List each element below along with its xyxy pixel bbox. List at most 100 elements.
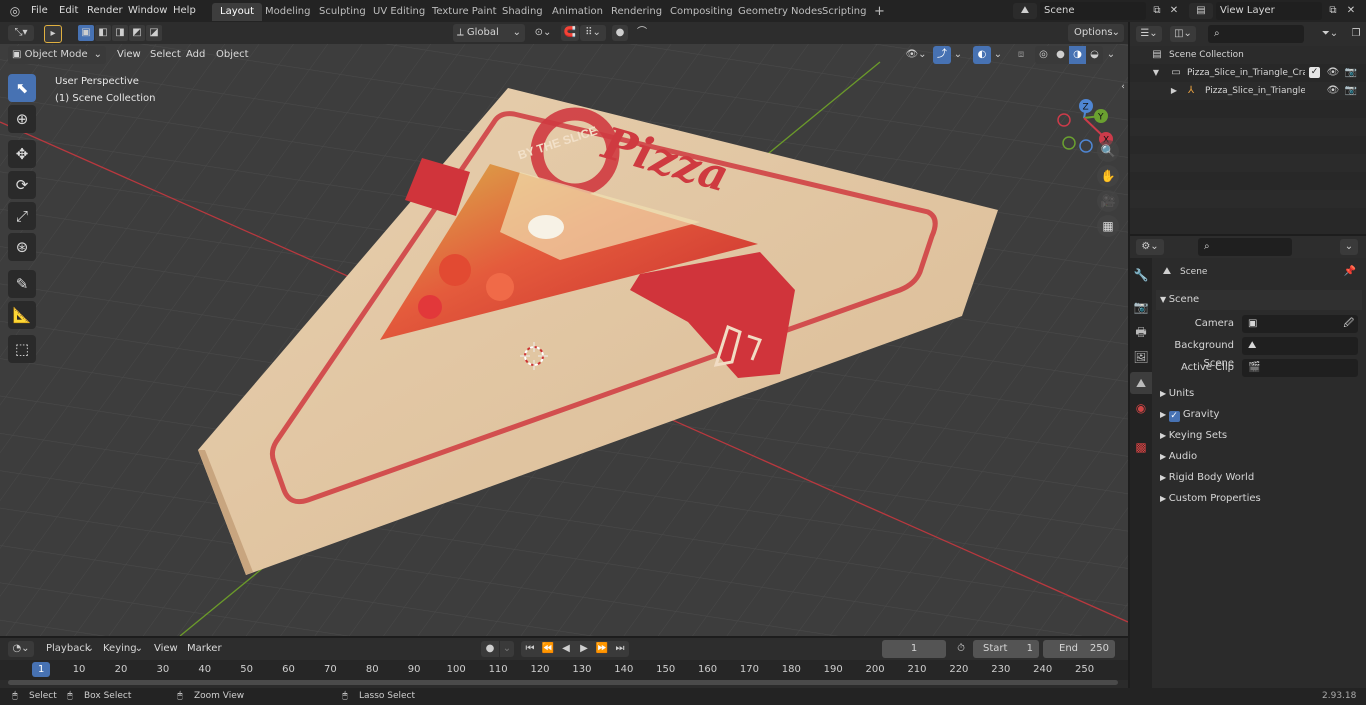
render-camera-icon[interactable]: 📷	[1344, 84, 1358, 98]
tab-render[interactable]: 📷	[1130, 296, 1152, 318]
scene-name-field[interactable]: Scene	[1040, 2, 1146, 20]
timeline-marker-menu[interactable]: Marker	[183, 641, 226, 657]
audio-panel-header[interactable]: ▶ Audio	[1156, 447, 1362, 467]
jump-prev-keyframe-icon[interactable]: ⏪	[539, 641, 557, 657]
menu-select[interactable]: Select	[146, 47, 185, 63]
expand-arrow-icon[interactable]: ▼	[1151, 66, 1161, 80]
shading-material-icon[interactable]: ◑	[1069, 46, 1086, 64]
tool-transform[interactable]: ⊛	[8, 233, 36, 261]
view-layer-name-field[interactable]: View Layer	[1216, 2, 1322, 20]
menu-edit[interactable]: Edit	[55, 3, 82, 19]
gizmo-toggle-icon[interactable]: ⤴	[933, 46, 951, 64]
options-dropdown[interactable]: Options ⌄	[1068, 24, 1124, 42]
overlay-toggle-icon[interactable]: ◐	[973, 46, 991, 64]
shading-solid-icon[interactable]: ●	[1052, 46, 1069, 64]
outliner-search-input[interactable]: ⌕	[1208, 25, 1304, 43]
tab-animation[interactable]: Animation	[544, 3, 611, 21]
viewport-canvas[interactable]: BY THE SLICE Pizza Z Y	[0, 22, 1128, 636]
snap-toggle-icon[interactable]: 🧲	[561, 25, 579, 41]
tab-tool[interactable]: 🔧	[1130, 264, 1152, 286]
zoom-button[interactable]: 🔍	[1097, 140, 1119, 162]
select-mode-invert-icon[interactable]: ◩	[129, 25, 145, 41]
exclude-checkbox-icon[interactable]: ✓	[1309, 67, 1320, 78]
menu-file[interactable]: File	[27, 3, 52, 19]
play-icon[interactable]: ▶	[575, 641, 593, 657]
outliner-display-mode-icon[interactable]: ◫⌄	[1170, 26, 1196, 42]
transform-orientation-dropdown[interactable]: ⟂ Global ⌄	[453, 24, 525, 42]
tool-scale[interactable]: ⤢	[8, 202, 36, 230]
tab-shading[interactable]: Shading	[494, 3, 551, 21]
eye-icon[interactable]: 👁	[1326, 84, 1340, 98]
tab-layout[interactable]: Layout	[212, 3, 262, 21]
xray-toggle-icon[interactable]: ⧈	[1013, 47, 1029, 63]
menu-render[interactable]: Render	[83, 3, 127, 19]
overlay-menu-icon[interactable]: ⌄	[992, 47, 1004, 63]
tool-annotate[interactable]: ✎	[8, 270, 36, 298]
delete-view-layer-icon[interactable]: ✕	[1344, 3, 1358, 19]
camera-view-button[interactable]: 🎥	[1097, 190, 1119, 212]
tool-add-cube[interactable]: ⬚	[8, 335, 36, 363]
viewport-area[interactable]: BY THE SLICE Pizza Z Y	[0, 22, 1128, 636]
shading-rendered-icon[interactable]: ◒	[1086, 46, 1103, 64]
select-mode-subtract-icon[interactable]: ◨	[112, 25, 128, 41]
keying-menu[interactable]: Keying ⌄	[99, 640, 145, 658]
shading-menu-icon[interactable]: ⌄	[1105, 47, 1117, 63]
jump-start-icon[interactable]: ⏮	[521, 641, 539, 657]
timeline-editor-type-icon[interactable]: ◔⌄	[8, 641, 34, 657]
jump-end-icon[interactable]: ⏭	[611, 641, 629, 657]
sidebar-toggle-icon[interactable]: ‹	[1118, 80, 1128, 94]
pan-button[interactable]: ✋	[1097, 165, 1119, 187]
pivot-point-icon[interactable]: ⊙⌄	[530, 25, 556, 41]
select-mode-set-icon[interactable]: ▣	[78, 25, 94, 41]
jump-next-keyframe-icon[interactable]: ⏩	[593, 641, 611, 657]
stopwatch-icon[interactable]: ⏱	[953, 641, 969, 657]
outliner-row-root[interactable]	[1130, 46, 1366, 64]
shading-wireframe-icon[interactable]: ◎	[1035, 46, 1052, 64]
falloff-icon[interactable]: ⌒	[630, 25, 654, 41]
scene-selector-icon[interactable]: ⛰	[1013, 3, 1037, 19]
tab-texture[interactable]: ▩	[1130, 436, 1152, 458]
tool-select-box[interactable]: ⬉	[8, 74, 36, 102]
current-frame-field[interactable]: 1	[882, 640, 946, 658]
scene-panel-header[interactable]: ▼ Scene	[1156, 290, 1362, 310]
gizmo-menu-icon[interactable]: ⌄	[952, 47, 964, 63]
gravity-panel-header[interactable]: ▶ ✓ Gravity	[1156, 405, 1362, 425]
active-clip-field[interactable]: 🎬	[1242, 359, 1358, 377]
rigid-body-world-panel-header[interactable]: ▶ Rigid Body World	[1156, 468, 1362, 488]
properties-search-input[interactable]: ⌕	[1198, 238, 1292, 256]
pin-icon[interactable]: 📌	[1343, 265, 1357, 279]
end-frame-field[interactable]: End 250	[1043, 640, 1115, 658]
tab-view-layer[interactable]: 🖼	[1130, 346, 1152, 368]
properties-editor-type-icon[interactable]: ⚙⌄	[1136, 239, 1164, 255]
visibility-filter-icon[interactable]: 👁⌄	[903, 47, 929, 63]
custom-properties-panel-header[interactable]: ▶ Custom Properties	[1156, 489, 1362, 509]
proportional-edit-icon[interactable]: ●	[612, 25, 628, 41]
tab-compositing[interactable]: Compositing	[662, 3, 741, 21]
menu-add[interactable]: Add	[182, 47, 209, 63]
tool-move[interactable]: ✥	[8, 140, 36, 168]
playback-menu[interactable]: Playback ⌄	[42, 640, 96, 658]
start-frame-field[interactable]: Start 1	[973, 640, 1039, 658]
properties-options-icon[interactable]: ⌄	[1340, 239, 1358, 255]
tab-output[interactable]: 🖶	[1130, 321, 1152, 343]
tab-world[interactable]: ◉	[1130, 397, 1152, 419]
add-workspace-button[interactable]: +	[866, 3, 893, 21]
camera-field[interactable]: ▣ 🖉	[1242, 315, 1358, 333]
units-panel-header[interactable]: ▶ Units	[1156, 384, 1362, 404]
expand-arrow-icon[interactable]: ▶	[1169, 84, 1179, 98]
select-mode-intersect-icon[interactable]: ◪	[146, 25, 162, 41]
tool-cursor[interactable]: ⊕	[8, 105, 36, 133]
timeline-scrollbar[interactable]	[8, 680, 1118, 685]
menu-view[interactable]: View	[113, 47, 145, 63]
tab-rendering[interactable]: Rendering	[603, 3, 670, 21]
eyedropper-icon[interactable]: 🖉	[1343, 315, 1354, 333]
render-camera-icon[interactable]: 📷	[1344, 66, 1358, 80]
keying-options-icon[interactable]: ⌄	[500, 641, 514, 657]
new-collection-icon[interactable]: ❐	[1348, 26, 1364, 42]
select-mode-extend-icon[interactable]: ◧	[95, 25, 111, 41]
play-reverse-icon[interactable]: ◀	[557, 641, 575, 657]
menu-window[interactable]: Window	[124, 3, 171, 19]
tab-uv-editing[interactable]: UV Editing	[365, 3, 433, 21]
tool-measure[interactable]: 📐	[8, 301, 36, 329]
outliner-filter-icon[interactable]: ⏷⌄	[1316, 26, 1344, 42]
